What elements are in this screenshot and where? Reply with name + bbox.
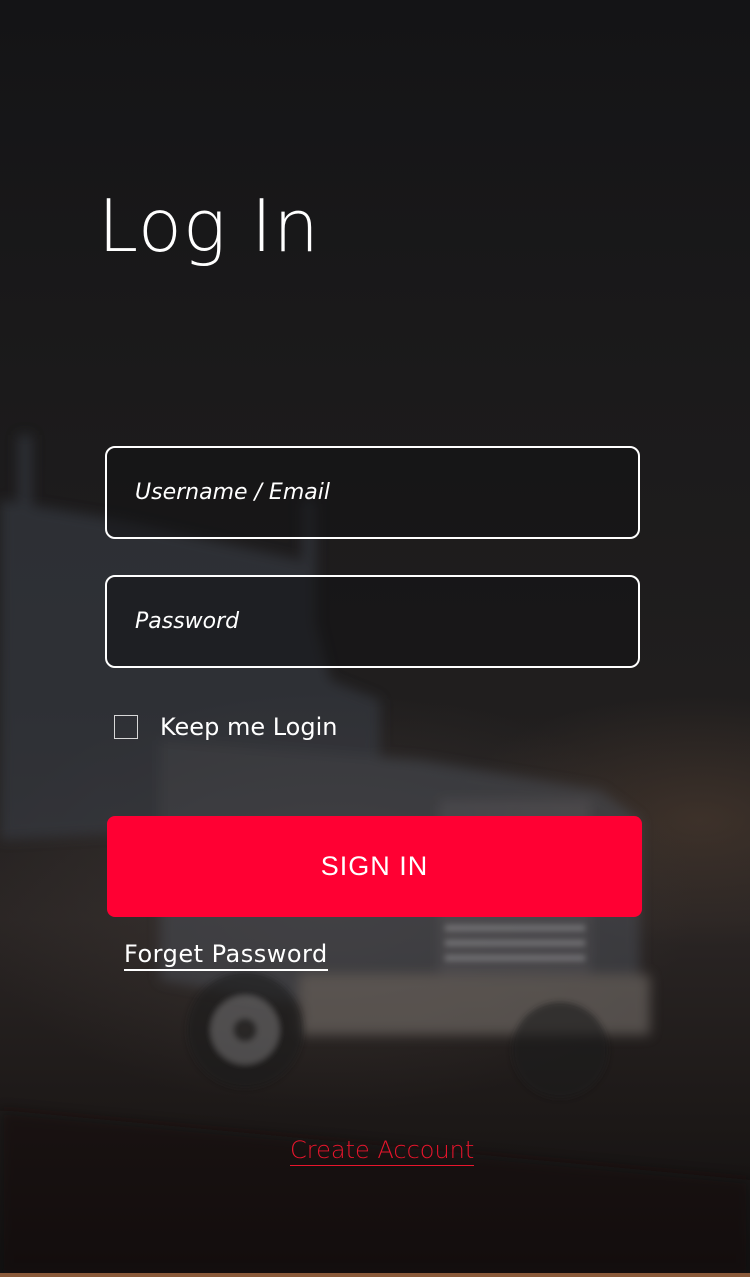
page-title: Log In [98, 184, 320, 268]
keep-login-label: Keep me Login [160, 713, 338, 741]
sign-in-button[interactable]: SIGN IN [107, 816, 642, 917]
keep-login-row[interactable]: Keep me Login [114, 710, 337, 744]
keep-login-checkbox[interactable] [114, 715, 138, 739]
create-account-link[interactable]: Create Account [290, 1136, 475, 1166]
password-input[interactable] [107, 577, 638, 666]
password-field[interactable] [105, 575, 640, 668]
username-input[interactable] [107, 448, 638, 537]
login-screen: Log In Keep me Login SIGN IN Forget Pass… [0, 0, 750, 1277]
forget-password-link[interactable]: Forget Password [124, 940, 328, 971]
username-field[interactable] [105, 446, 640, 539]
bottom-edge-strip [0, 1273, 750, 1277]
